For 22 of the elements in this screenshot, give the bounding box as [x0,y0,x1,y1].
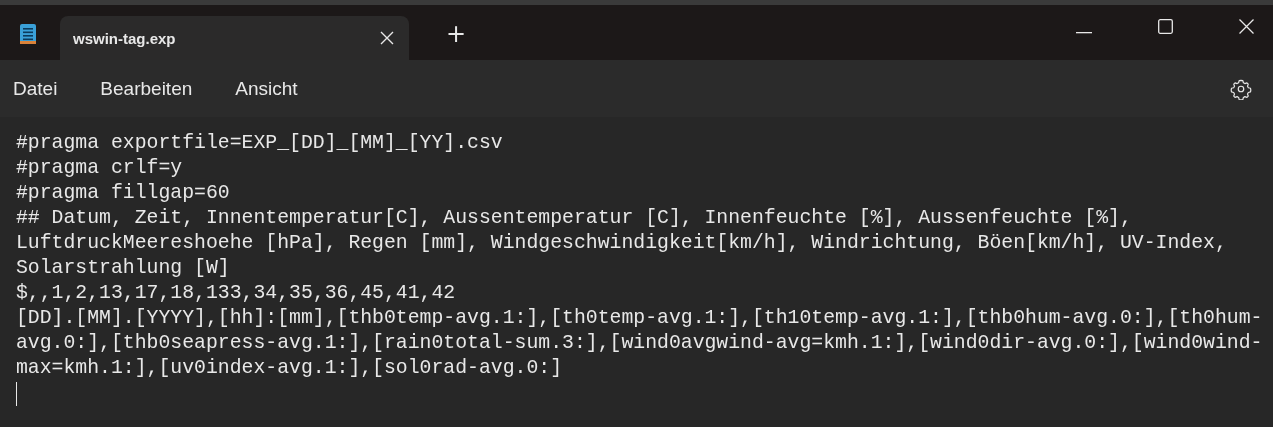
text-cursor [16,382,17,406]
menu-item[interactable]: Datei [13,77,58,100]
text-line: avg.0:],[thb0seapress-avg.1:],[rain0total-sum.3:],[wind0avgwind-avg=kmh.1:],[wind0dir-avg.0:],[wind0wind- [16,331,1264,356]
maximize-icon[interactable] [1158,19,1173,34]
text-line: #pragma crlf=y [16,156,184,181]
close-icon[interactable] [1239,19,1254,34]
menu-item[interactable]: Ansicht [235,77,298,100]
text-line: #pragma fillgap=60 [16,181,231,206]
text-line: Solarstrahlung [W] [16,256,231,281]
menu-item[interactable]: Bearbeiten [100,77,193,100]
text-line: LuftdruckMeereshoehe [hPa], Regen [mm], Windgeschwindigkeit[km/h], Windrichtung, Böen[km/h], UV-Index, [16,231,1228,256]
close-icon[interactable] [380,31,394,45]
text-line: #pragma exportfile=EXP_[DD]_[MM]_[YY].csv [16,131,504,156]
minimize-icon[interactable] [1076,32,1092,34]
text-line: $,,1,2,13,17,18,133,34,35,36,45,41,42 [16,281,457,306]
new-tab-button[interactable]: + [434,17,479,51]
text-line: ## Datum, Zeit, Innentemperatur[C], Aussentemperatur [C], Innenfeuchte [%], Aussenfeuchte [%], [16,206,1133,231]
settings-icon[interactable] [1230,77,1252,100]
text-line: [DD].[MM].[YYYY],[hh]:[mm],[thb0temp-avg.1:],[th0temp-avg.1:],[th10temp-avg.1:],[thb0hum-avg.0:],[th0hum- [16,306,1264,331]
notepad-icon [19,22,37,46]
file-tab[interactable]: wswin-tag.exp [60,16,409,60]
text-line: max=kmh.1:],[uv0index-avg.1:],[sol0rad-avg.0:] [16,356,564,381]
